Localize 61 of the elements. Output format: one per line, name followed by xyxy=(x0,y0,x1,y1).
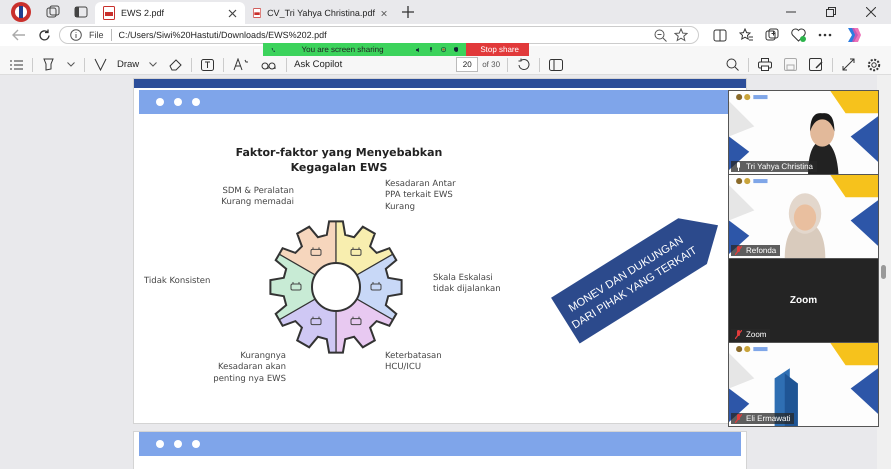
rotate-icon[interactable] xyxy=(517,58,530,71)
page-view-icon[interactable] xyxy=(549,58,564,70)
participant-name: Zoom xyxy=(746,330,766,339)
window-dots-icon xyxy=(155,97,201,107)
chevron-down-icon[interactable] xyxy=(67,62,75,67)
print-icon[interactable] xyxy=(758,58,772,71)
favorites-icon[interactable] xyxy=(739,28,753,42)
speaker-icon[interactable] xyxy=(416,46,421,54)
text-box-icon[interactable] xyxy=(201,58,214,70)
close-icon[interactable] xyxy=(380,8,387,18)
workspaces-icon[interactable] xyxy=(46,5,60,19)
pdf-icon xyxy=(253,6,262,20)
eraser-icon[interactable] xyxy=(169,58,182,71)
stop-share-button[interactable]: Stop share xyxy=(466,43,530,56)
collections-icon[interactable] xyxy=(765,28,779,42)
profile-icon[interactable] xyxy=(10,1,32,23)
settings-icon[interactable] xyxy=(867,58,881,72)
save-as-icon[interactable] xyxy=(809,58,823,71)
draw-button[interactable]: Draw xyxy=(117,59,140,70)
info-icon xyxy=(70,29,82,41)
split-screen-icon[interactable] xyxy=(713,28,727,42)
diagram-title: Faktor-faktor yang Menyebabkan Kegagalan EWS xyxy=(234,146,444,176)
participant-name: Eli Ermawati xyxy=(746,414,790,423)
ask-copilot-button[interactable]: Ask Copilot xyxy=(294,59,342,70)
factor-label: Kurangnya Kesadaran akan penting nya EWS xyxy=(212,351,286,386)
participant-name: Refonda xyxy=(746,246,776,255)
zoom-out-icon[interactable] xyxy=(654,28,667,42)
window-dots-icon xyxy=(155,439,201,449)
new-tab-icon[interactable] xyxy=(402,6,414,18)
factor-label: Skala Eskalasi tidak dijalankan xyxy=(433,273,502,296)
favorite-star-icon[interactable] xyxy=(674,28,688,42)
participant-name: Tri Yahya Christina xyxy=(746,162,813,171)
browser-tab[interactable]: EWS 2.pdf xyxy=(95,2,245,24)
factor-label: SDM & Peralatan Kurang memadai xyxy=(220,186,294,209)
factor-label: Keterbatasan HCU/ICU xyxy=(385,351,443,374)
contents-icon[interactable] xyxy=(10,60,23,70)
health-icon[interactable] xyxy=(791,28,806,42)
browser-tab[interactable]: CV_Tri Yahya Christina.pdf xyxy=(245,2,395,24)
read-aloud-icon[interactable] xyxy=(233,58,250,71)
microphone-icon[interactable] xyxy=(428,45,433,54)
highlighter-icon[interactable] xyxy=(42,58,55,71)
page-number-field[interactable]: 20 xyxy=(456,57,478,72)
tab-actions-icon[interactable] xyxy=(74,5,88,19)
pdf-icon xyxy=(103,6,115,20)
more-icon[interactable] xyxy=(818,33,832,37)
refresh-icon[interactable] xyxy=(38,28,51,42)
participant-title: Zoom xyxy=(790,295,818,306)
chevron-down-icon[interactable] xyxy=(149,62,158,67)
phone-icon xyxy=(271,46,276,54)
factor-label: Kesadaran Antar PPA terkait EWS Kurang xyxy=(385,179,457,214)
close-icon[interactable] xyxy=(228,8,237,18)
restore-icon[interactable] xyxy=(826,7,836,17)
factor-label: Tidak Konsisten xyxy=(144,276,212,288)
record-icon[interactable] xyxy=(440,45,446,54)
share-status: You are screen sharing xyxy=(302,45,384,54)
shield-icon[interactable] xyxy=(454,45,458,54)
search-icon[interactable] xyxy=(726,58,739,71)
fullscreen-icon[interactable] xyxy=(842,58,855,71)
pen-icon[interactable] xyxy=(94,58,107,71)
page-count: of 30 xyxy=(482,60,500,69)
close-icon[interactable] xyxy=(866,7,876,17)
